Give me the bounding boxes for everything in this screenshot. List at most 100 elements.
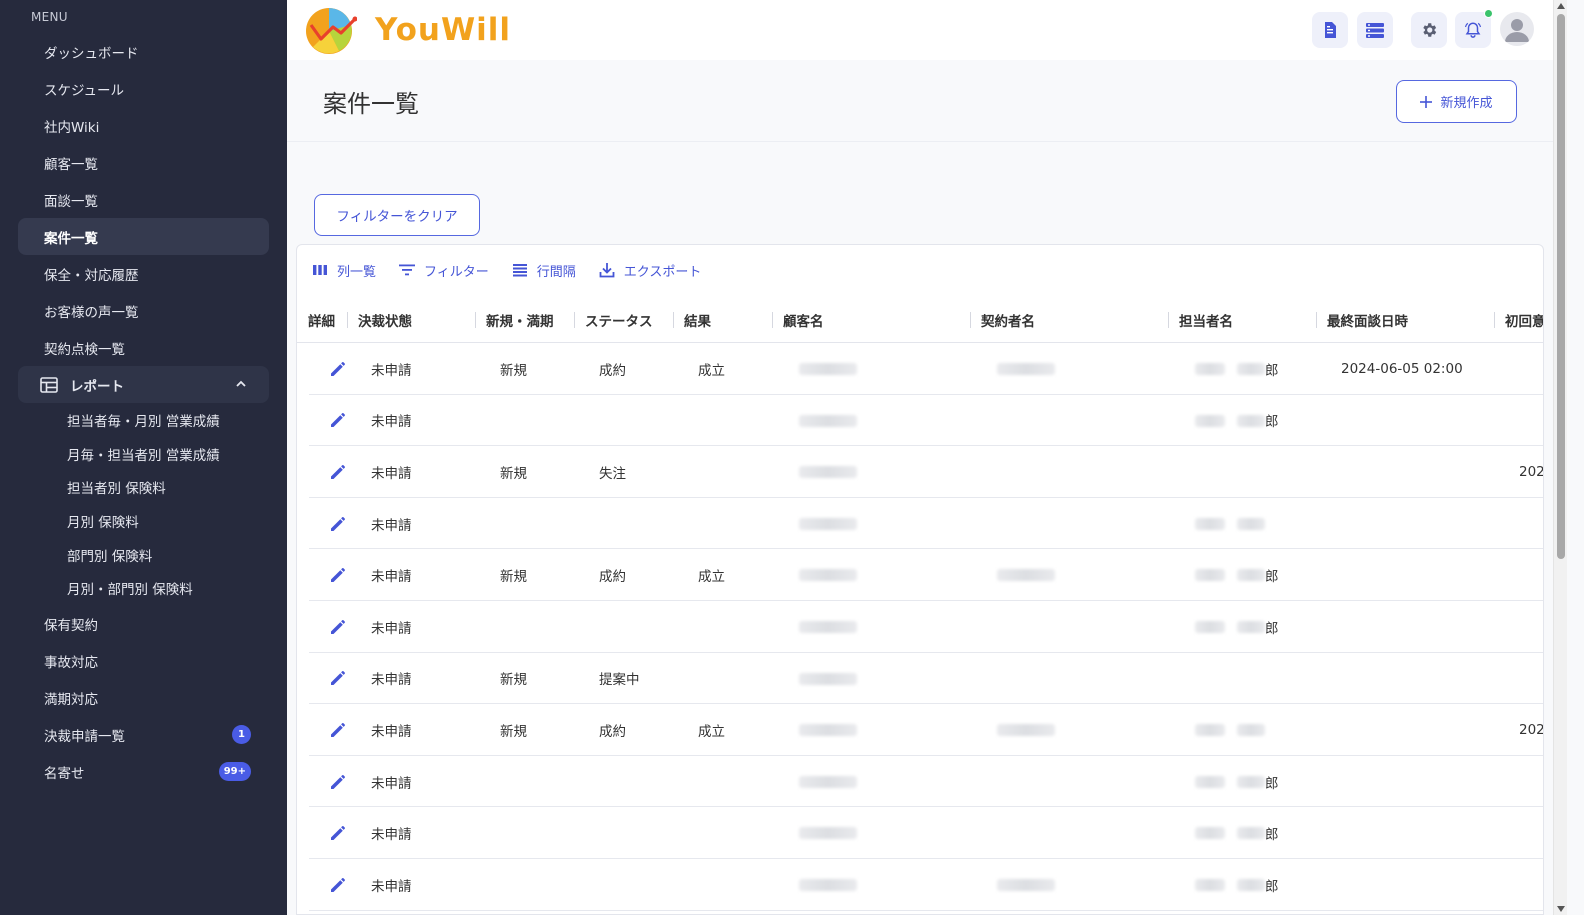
sidebar-item-wiki[interactable]: 社内Wiki [18,107,269,144]
filter-button[interactable]: フィルター [398,261,489,280]
column-header-type[interactable]: 新規・満期 [486,297,554,343]
sidebar-item-maturity[interactable]: 満期対応 [18,679,269,716]
edit-button[interactable] [329,653,347,705]
sidebar-item-accidents[interactable]: 事故対応 [18,642,269,679]
edit-button[interactable] [329,343,347,395]
cell-approval: 未申請 [371,362,412,379]
export-button[interactable]: エクスポート [598,261,701,280]
table-row[interactable]: 未申請 新規 成約 成立 郎 [309,549,1543,601]
cell-result: 成立 [698,362,725,379]
column-separator[interactable] [574,312,575,328]
columns-button[interactable]: 列一覧 [311,261,376,280]
brand-logo[interactable]: YouWill [305,5,511,55]
table-row[interactable]: 未申請 郎 [309,601,1543,653]
page-scrollbar[interactable] [1553,0,1567,915]
sidebar-item-label: 契約点検一覧 [44,341,125,358]
edit-button[interactable] [329,549,347,601]
sidebar-item-holdings[interactable]: 保有契約 [18,605,269,642]
edit-button[interactable] [329,601,347,653]
redacted-owner [1195,827,1225,840]
sidebar-item-dashboard[interactable]: ダッシュボード [18,33,269,70]
sidebar-item-label: 事故対応 [44,654,98,671]
edit-button[interactable] [329,859,347,911]
table-row[interactable]: 未申請 [309,498,1543,550]
column-separator[interactable] [347,312,348,328]
sidebar-item-customers[interactable]: 顧客一覧 [18,144,269,181]
sidebar: MENU ダッシュボード スケジュール 社内Wiki 顧客一覧 面談一覧 案件一… [0,0,287,915]
column-separator[interactable] [1168,312,1169,328]
cell-type: 新規 [500,569,527,586]
redacted-owner [1237,414,1265,427]
sidebar-subitem-report[interactable]: 月別 保険料 [18,504,269,538]
list-view-button[interactable] [1357,12,1393,48]
column-header-last-meeting[interactable]: 最終面談日時 [1327,297,1408,343]
column-header-approval[interactable]: 決裁状態 [358,297,412,343]
cell-approval: 未申請 [371,672,412,689]
table-row[interactable]: 未申請 郎 [309,859,1543,911]
table-row[interactable]: 未申請 新規 失注 202 [309,446,1543,498]
column-header-detail[interactable]: 詳細 [308,297,335,343]
redacted-owner [1195,724,1225,737]
scroll-up-icon[interactable] [1557,3,1565,9]
column-separator[interactable] [970,312,971,328]
sidebar-item-schedule[interactable]: スケジュール [18,70,269,107]
column-header-customer[interactable]: 顧客名 [783,297,824,343]
table-row[interactable]: 未申請 郎 [309,395,1543,447]
column-header-owner[interactable]: 担当者名 [1179,297,1233,343]
pencil-icon [331,619,345,634]
column-header-first-meeting[interactable]: 初回意 [1505,297,1543,343]
sidebar-item-merge[interactable]: 名寄せ 99+ [18,753,269,790]
table-row[interactable]: 未申請 郎 [309,807,1543,859]
column-header-status[interactable]: ステータス [585,297,653,343]
document-button[interactable] [1312,12,1348,48]
document-icon [1325,22,1336,38]
grid-header-row: 詳細 決裁状態 新規・満期 ステータス 結果 顧客名 契約者名 担当者名 最終面… [297,297,1543,343]
table-row[interactable]: 未申請 新規 成約 成立 郎 2024-06-05 02:00 [309,343,1543,395]
table-row[interactable]: 未申請 郎 [309,756,1543,808]
edit-button[interactable] [329,446,347,498]
gear-icon [1423,23,1437,37]
filter-icon [399,264,416,276]
redacted-owner [1195,569,1225,582]
sidebar-item-voices[interactable]: お客様の声一覧 [18,292,269,329]
sidebar-subitem-report[interactable]: 月別・部門別 保険料 [18,571,269,605]
density-button[interactable]: 行間隔 [511,261,576,280]
cell-approval: 未申請 [371,517,412,534]
new-deal-button[interactable]: 新規作成 [1396,80,1517,123]
sidebar-item-approvals[interactable]: 決裁申請一覧 1 [18,716,269,753]
sidebar-subitem-report[interactable]: 担当者毎・月別 営業成績 [18,403,269,437]
edit-button[interactable] [329,498,347,550]
column-separator[interactable] [1316,312,1317,328]
edit-button[interactable] [329,704,347,756]
edit-button[interactable] [329,395,347,447]
notifications-button[interactable] [1455,9,1493,48]
cell-owner-tail: 郎 [1265,362,1279,379]
clear-filter-button[interactable]: フィルターをクリア [314,194,480,236]
column-separator[interactable] [772,312,773,328]
sidebar-subitem-report[interactable]: 月毎・担当者別 営業成績 [18,437,269,471]
table-row[interactable]: 未申請 新規 提案中 [309,653,1543,705]
column-header-result[interactable]: 結果 [684,297,711,343]
sidebar-subitem-report[interactable]: 担当者別 保険料 [18,470,269,504]
sidebar-subitem-report[interactable]: 部門別 保険料 [18,538,269,572]
cell-type: 新規 [500,465,527,482]
edit-button[interactable] [329,807,347,859]
settings-button[interactable] [1411,12,1447,48]
column-separator[interactable] [1494,312,1495,328]
sidebar-item-meetings[interactable]: 面談一覧 [18,181,269,218]
avatar[interactable] [1500,12,1534,46]
sidebar-group-report[interactable]: レポート [18,366,269,403]
sidebar-item-deals[interactable]: 案件一覧 [18,218,269,255]
cell-result: 成立 [698,569,725,586]
scroll-thumb[interactable] [1557,14,1565,559]
column-header-contractor[interactable]: 契約者名 [981,297,1035,343]
redacted-customer [799,879,857,891]
table-row[interactable]: 未申請 新規 成約 成立 202 [309,704,1543,756]
edit-button[interactable] [329,756,347,808]
redacted-customer [799,621,857,633]
sidebar-item-contract-check[interactable]: 契約点検一覧 [18,329,269,366]
column-separator[interactable] [475,312,476,328]
column-separator[interactable] [673,312,674,328]
sidebar-item-maintenance[interactable]: 保全・対応履歴 [18,255,269,292]
scroll-down-icon[interactable] [1557,906,1565,912]
